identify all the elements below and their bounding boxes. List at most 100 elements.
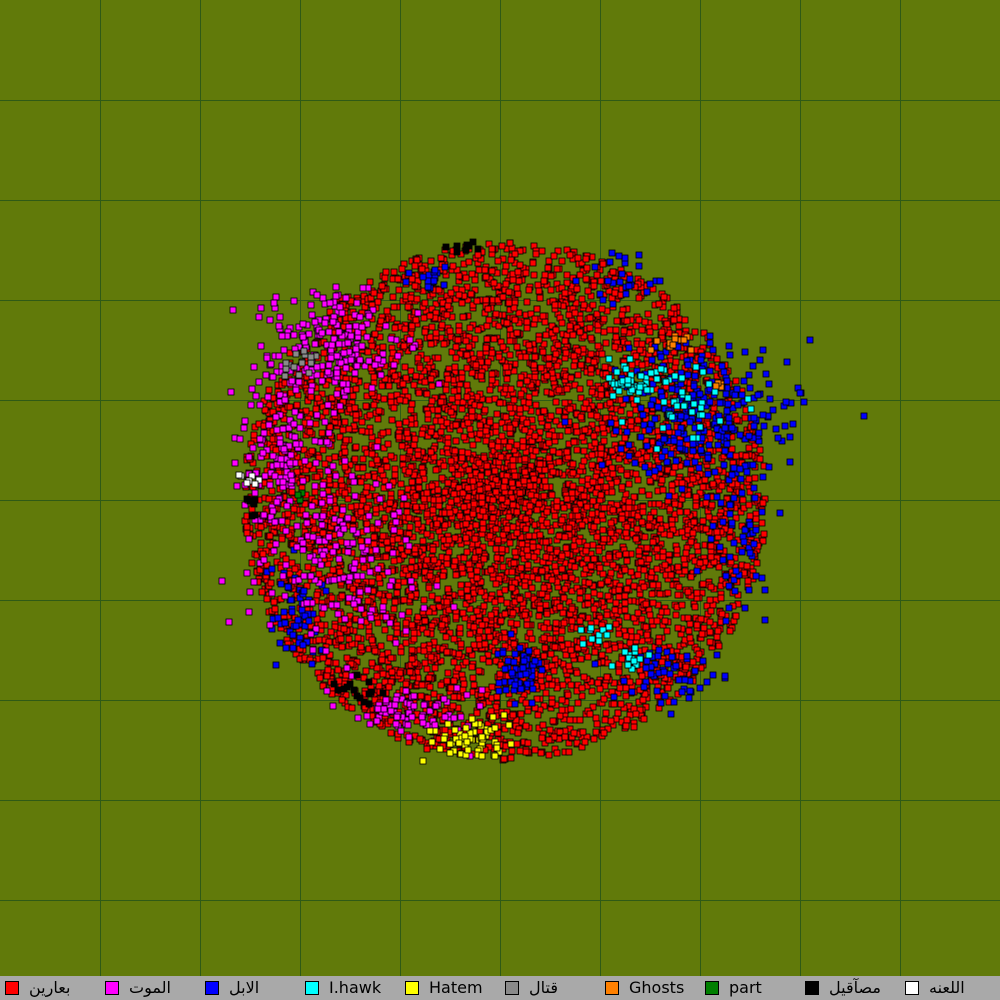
village-marker[interactable]	[621, 566, 629, 574]
village-marker[interactable]	[693, 589, 701, 597]
village-marker[interactable]	[626, 410, 634, 418]
village-marker[interactable]	[542, 601, 550, 609]
village-marker[interactable]	[587, 334, 595, 342]
village-marker[interactable]	[458, 564, 466, 572]
village-marker[interactable]	[481, 266, 489, 274]
village-marker[interactable]	[587, 365, 595, 373]
village-marker[interactable]	[558, 319, 566, 327]
village-marker[interactable]	[516, 380, 524, 388]
village-marker[interactable]	[469, 441, 477, 449]
village-marker[interactable]	[596, 402, 604, 410]
village-marker[interactable]	[577, 655, 585, 663]
village-marker[interactable]	[602, 709, 610, 717]
village-marker[interactable]	[640, 715, 648, 723]
village-marker[interactable]	[553, 265, 561, 273]
village-marker[interactable]	[447, 684, 455, 692]
village-marker[interactable]	[420, 596, 428, 604]
village-marker[interactable]	[450, 387, 458, 395]
village-marker[interactable]	[638, 487, 646, 495]
village-marker[interactable]	[646, 514, 654, 522]
village-markers[interactable]	[218, 238, 868, 765]
village-marker[interactable]	[570, 542, 578, 550]
village-marker[interactable]	[560, 619, 568, 627]
village-marker[interactable]	[705, 513, 713, 521]
village-marker[interactable]	[561, 733, 569, 741]
village-marker[interactable]	[589, 301, 597, 309]
village-marker[interactable]	[437, 417, 445, 425]
village-marker[interactable]	[569, 331, 577, 339]
village-marker[interactable]	[421, 299, 429, 307]
village-marker[interactable]	[395, 420, 403, 428]
village-marker[interactable]	[428, 592, 436, 600]
village-marker[interactable]	[518, 540, 526, 548]
village-marker[interactable]	[573, 428, 581, 436]
village-marker[interactable]	[396, 396, 404, 404]
village-marker[interactable]	[658, 658, 666, 666]
village-marker[interactable]	[690, 518, 698, 526]
village-marker[interactable]	[463, 351, 471, 359]
village-marker[interactable]	[649, 581, 657, 589]
village-marker[interactable]	[462, 658, 470, 666]
village-marker[interactable]	[470, 500, 478, 508]
village-marker[interactable]	[405, 608, 413, 616]
village-marker[interactable]	[463, 381, 471, 389]
village-marker[interactable]	[546, 726, 554, 734]
village-marker[interactable]	[320, 349, 328, 357]
village-marker[interactable]	[517, 373, 525, 381]
village-marker[interactable]	[531, 746, 539, 754]
village-marker[interactable]	[417, 692, 425, 700]
village-marker[interactable]	[584, 600, 592, 608]
village-marker[interactable]	[370, 373, 378, 381]
village-marker[interactable]	[582, 275, 590, 283]
village-marker[interactable]	[558, 516, 566, 524]
village-marker[interactable]	[635, 294, 643, 302]
village-marker[interactable]	[331, 453, 339, 461]
village-marker[interactable]	[706, 628, 714, 636]
village-marker[interactable]	[465, 560, 473, 568]
village-marker[interactable]	[745, 475, 753, 483]
village-marker[interactable]	[577, 485, 585, 493]
village-marker[interactable]	[618, 311, 626, 319]
village-marker[interactable]	[699, 580, 707, 588]
village-marker[interactable]	[700, 624, 708, 632]
village-marker[interactable]	[443, 311, 451, 319]
village-marker[interactable]	[653, 545, 661, 553]
village-marker[interactable]	[598, 350, 606, 358]
village-marker[interactable]	[484, 358, 492, 366]
village-marker[interactable]	[601, 716, 609, 724]
village-marker[interactable]	[451, 534, 459, 542]
village-marker[interactable]	[338, 592, 346, 600]
village-marker[interactable]	[583, 503, 591, 511]
village-marker[interactable]	[650, 508, 658, 516]
village-marker[interactable]	[293, 401, 301, 409]
village-marker[interactable]	[475, 635, 483, 643]
village-marker[interactable]	[537, 749, 545, 757]
village-marker[interactable]	[483, 322, 491, 330]
village-marker[interactable]	[664, 589, 672, 597]
village-marker[interactable]	[464, 449, 472, 457]
village-marker[interactable]	[523, 318, 531, 326]
village-marker[interactable]	[742, 452, 750, 460]
village-marker[interactable]	[633, 525, 641, 533]
village-marker[interactable]	[523, 324, 531, 332]
village-marker[interactable]	[634, 571, 642, 579]
village-marker[interactable]	[669, 469, 677, 477]
village-marker[interactable]	[525, 341, 533, 349]
village-marker[interactable]	[534, 711, 542, 719]
village-marker[interactable]	[643, 631, 651, 639]
village-marker[interactable]	[625, 480, 633, 488]
village-marker[interactable]	[622, 684, 630, 692]
village-marker[interactable]	[482, 344, 490, 352]
village-marker[interactable]	[583, 555, 591, 563]
village-marker[interactable]	[434, 354, 442, 362]
village-marker[interactable]	[638, 326, 646, 334]
village-marker[interactable]	[534, 575, 542, 583]
village-marker[interactable]	[566, 322, 574, 330]
village-marker[interactable]	[632, 470, 640, 478]
village-marker[interactable]	[607, 717, 615, 725]
village-marker[interactable]	[410, 381, 418, 389]
village-marker[interactable]	[596, 564, 604, 572]
village-marker[interactable]	[706, 596, 714, 604]
village-marker[interactable]	[488, 441, 496, 449]
village-marker[interactable]	[357, 478, 365, 486]
